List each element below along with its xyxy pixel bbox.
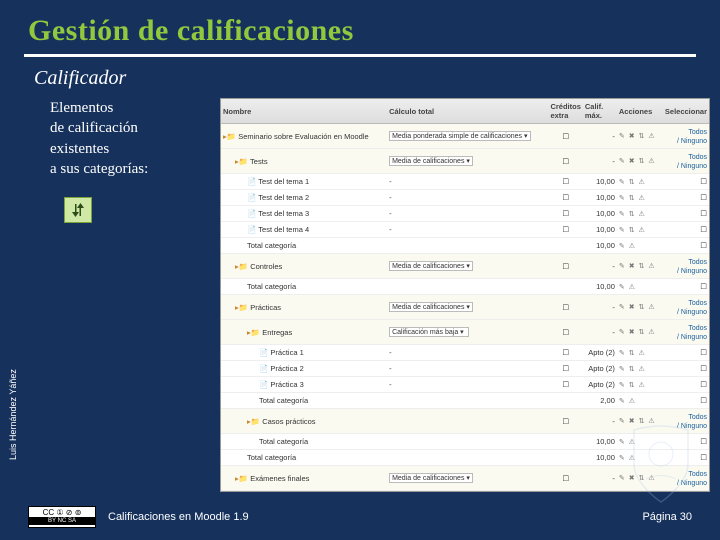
move-icon [64, 197, 92, 223]
col-acciones: Acciones [617, 99, 663, 124]
university-crest [626, 424, 696, 504]
table-row: ▸📁 EntregasCalificación más baja ▾☐-✎ ✖ … [221, 320, 709, 345]
slide: Gestión de calificaciones Calificador El… [0, 0, 720, 540]
content-area: Elementos de calificación existentes a s… [0, 96, 720, 492]
table-row: 📄 Test del tema 2-☐10,00✎ ⇅ ⚠☐ [221, 190, 709, 206]
body-text: Elementos de calificación existentes a s… [50, 98, 210, 492]
table-row: Total categoría10,00✎ ⚠☐ [221, 279, 709, 295]
col-seleccionar: Seleccionar [663, 99, 709, 124]
col-nombre: Nombre [221, 99, 387, 124]
footer: CC ① ⊘ ⊚ BY NC SA Calificaciones en Mood… [0, 506, 720, 528]
table-row: 📄 Práctica 1-☐Apto (2)✎ ⇅ ⚠☐ [221, 345, 709, 361]
cc-bottom: BY NC SA [29, 517, 95, 525]
table-row: 📄 Test del tema 3-☐10,00✎ ⇅ ⚠☐ [221, 206, 709, 222]
body-line: de calificación [50, 120, 138, 136]
slide-title: Gestión de calificaciones [0, 0, 720, 54]
table-row: ▸📁 TestsMedia de calificaciones ▾☐-✎ ✖ ⇅… [221, 149, 709, 174]
footer-page: Página 30 [642, 511, 692, 523]
footer-course: Calificaciones en Moodle 1.9 [108, 511, 249, 523]
divider [24, 54, 696, 57]
footer-left: CC ① ⊘ ⊚ BY NC SA Calificaciones en Mood… [28, 506, 249, 528]
table-row: ▸📁 Seminario sobre Evaluación en MoodleM… [221, 124, 709, 149]
table-row: ▸📁 ControlesMedia de calificaciones ▾☐-✎… [221, 254, 709, 279]
table-row: 📄 Práctica 2-☐Apto (2)✎ ⇅ ⚠☐ [221, 361, 709, 377]
col-extra: Créditos extra [548, 99, 582, 124]
body-line: Elementos [50, 100, 113, 116]
body-line: a sus categorías: [50, 161, 148, 177]
col-calculo: Cálculo total [387, 99, 548, 124]
table-row: ▸📁 PrácticasMedia de calificaciones ▾☐-✎… [221, 295, 709, 320]
author-credit: Luis Hernández Yáñez [8, 369, 18, 460]
cc-license-badge: CC ① ⊘ ⊚ BY NC SA [28, 506, 96, 528]
table-row: 📄 Test del tema 4-☐10,00✎ ⇅ ⚠☐ [221, 222, 709, 238]
table-head: Nombre Cálculo total Créditos extra Cali… [221, 99, 709, 124]
table-row: 📄 Práctica 3-☐Apto (2)✎ ⇅ ⚠☐ [221, 377, 709, 393]
cc-top: CC ① ⊘ ⊚ [43, 509, 82, 517]
body-line: existentes [50, 141, 109, 157]
table-row: 📄 Test del tema 1-☐10,00✎ ⇅ ⚠☐ [221, 174, 709, 190]
col-max: Calif. máx. [583, 99, 617, 124]
table-row: Total categoría10,00✎ ⚠☐ [221, 238, 709, 254]
table-row: Total categoría2,00✎ ⚠☐ [221, 393, 709, 409]
slide-subtitle: Calificador [0, 67, 720, 96]
